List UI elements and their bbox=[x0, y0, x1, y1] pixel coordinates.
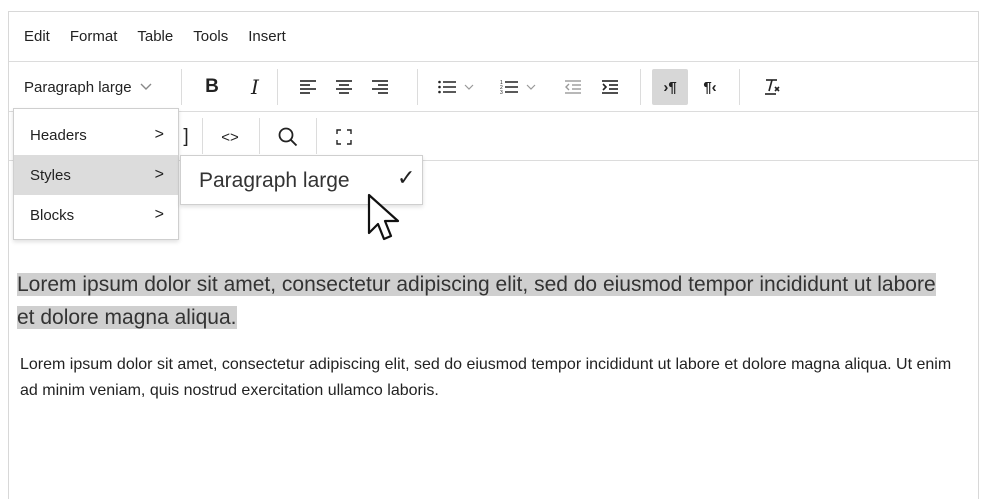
toolbar-divider bbox=[640, 69, 641, 105]
clear-formatting-button[interactable] bbox=[755, 70, 789, 104]
align-center-icon bbox=[336, 80, 352, 94]
style-select-value: Paragraph large bbox=[24, 78, 132, 96]
selected-text[interactable]: Lorem ipsum dolor sit amet, consectetur … bbox=[17, 273, 936, 329]
menu-table[interactable]: Table bbox=[137, 28, 173, 45]
menubar: Edit Format Table Tools Insert bbox=[9, 12, 978, 62]
toolbar-divider bbox=[316, 118, 317, 154]
toolbar-divider bbox=[277, 69, 278, 105]
chevron-down-icon bbox=[526, 84, 536, 90]
menu-item-label: Blocks bbox=[30, 206, 75, 224]
search-button[interactable] bbox=[271, 120, 305, 154]
indent-button[interactable] bbox=[593, 70, 627, 104]
menu-item-label: Headers bbox=[30, 126, 87, 144]
rtl-paragraph-icon: ¶‹ bbox=[703, 78, 717, 96]
outdent-button[interactable] bbox=[556, 70, 590, 104]
rich-text-editor: Edit Format Table Tools Insert Paragraph… bbox=[8, 11, 979, 499]
align-right-button[interactable] bbox=[363, 70, 397, 104]
align-left-button[interactable] bbox=[291, 70, 325, 104]
bold-button[interactable]: B bbox=[195, 70, 229, 104]
menu-item-headers[interactable]: Headers > bbox=[14, 115, 178, 155]
align-right-icon bbox=[372, 80, 388, 94]
align-center-button[interactable] bbox=[327, 70, 361, 104]
menu-tools[interactable]: Tools bbox=[193, 28, 228, 45]
svg-text:3: 3 bbox=[500, 90, 503, 95]
mouse-cursor-icon bbox=[366, 193, 402, 252]
chevron-right-icon: > bbox=[154, 126, 164, 143]
align-left-icon bbox=[300, 80, 316, 94]
chevron-right-icon: > bbox=[154, 166, 164, 183]
toolbar-divider bbox=[202, 118, 203, 154]
ltr-paragraph-button[interactable]: ›¶ bbox=[652, 69, 688, 105]
style-select[interactable]: Paragraph large bbox=[24, 62, 152, 112]
ltr-paragraph-icon: ›¶ bbox=[663, 78, 677, 96]
submenu-item-paragraph-large[interactable]: Paragraph large bbox=[199, 169, 350, 193]
bullet-list-icon bbox=[438, 80, 456, 94]
source-code-button[interactable]: <> bbox=[213, 120, 247, 154]
bracket-icon: ] bbox=[183, 126, 189, 147]
numbered-list-button[interactable]: 123 bbox=[493, 70, 543, 104]
chevron-down-icon bbox=[140, 80, 152, 94]
paragraph-large[interactable]: Lorem ipsum dolor sit amet, consectetur … bbox=[17, 268, 947, 334]
outdent-icon bbox=[565, 80, 581, 94]
numbered-list-icon: 123 bbox=[500, 79, 518, 95]
check-icon: ✓ bbox=[397, 165, 416, 190]
paragraph-normal[interactable]: Lorem ipsum dolor sit amet, consectetur … bbox=[20, 352, 960, 404]
menu-item-label: Styles bbox=[30, 166, 71, 184]
search-icon bbox=[278, 127, 298, 147]
menu-edit[interactable]: Edit bbox=[24, 28, 50, 45]
toolbar-row-1: Paragraph large B I 1 2 3 ›¶ ¶‹ bbox=[9, 62, 978, 112]
toolbar-divider bbox=[181, 69, 182, 105]
menu-item-styles[interactable]: Styles > bbox=[14, 155, 178, 195]
chevron-right-icon: > bbox=[154, 206, 164, 223]
toolbar-divider bbox=[259, 118, 260, 154]
menu-insert[interactable]: Insert bbox=[248, 28, 286, 45]
fullscreen-button[interactable] bbox=[327, 120, 361, 154]
chevron-down-icon bbox=[464, 84, 474, 90]
rtl-paragraph-button[interactable]: ¶‹ bbox=[693, 70, 727, 104]
italic-button[interactable]: I bbox=[238, 70, 272, 104]
toolbar-divider bbox=[417, 69, 418, 105]
bullet-list-button[interactable] bbox=[431, 70, 481, 104]
indent-icon bbox=[602, 80, 618, 94]
fullscreen-icon bbox=[336, 129, 352, 145]
menu-item-blocks[interactable]: Blocks > bbox=[14, 195, 178, 235]
clear-formatting-icon bbox=[763, 78, 781, 96]
format-menu: Headers > Styles > Blocks > bbox=[13, 108, 179, 240]
menu-format[interactable]: Format bbox=[70, 28, 118, 45]
toolbar-divider bbox=[739, 69, 740, 105]
